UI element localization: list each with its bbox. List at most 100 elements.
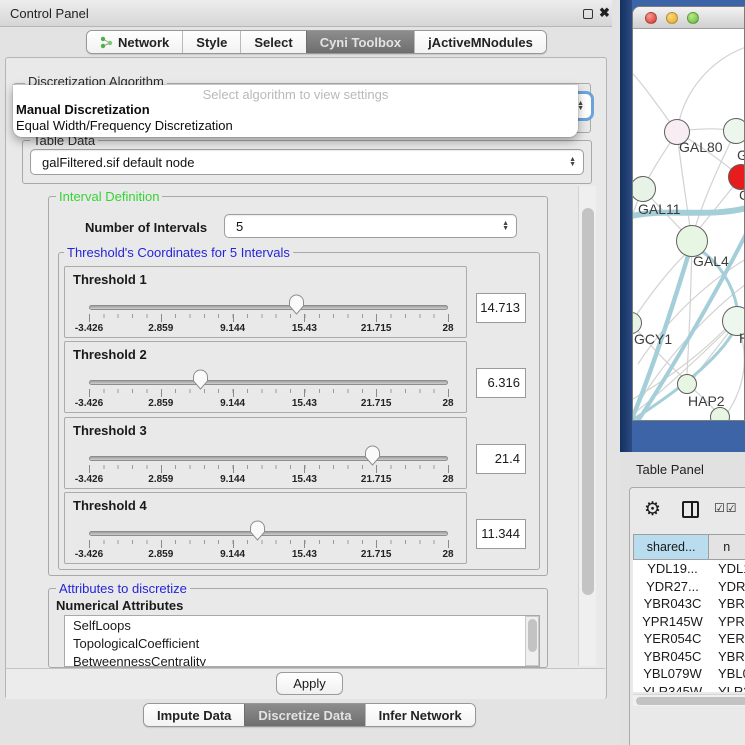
select-all-checkboxes-icon[interactable]: ☑☑ — [714, 501, 738, 515]
major-tick — [448, 465, 449, 473]
tick-label: 2.859 — [148, 323, 173, 334]
cell-name: YBL0 — [712, 665, 745, 683]
table-row[interactable]: YBR045CYBR0 — [633, 648, 745, 666]
major-tick — [233, 389, 234, 397]
cell-name: YDR2 — [712, 578, 745, 596]
threshold-slider-track[interactable] — [89, 380, 448, 385]
threshold-slider-track[interactable] — [89, 456, 448, 461]
major-tick — [89, 314, 90, 322]
attributes-scrollbar-thumb[interactable] — [528, 619, 537, 652]
table-row[interactable]: YPR145WYPR1 — [633, 613, 745, 631]
threshold-panel-1: Threshold 1 -3.4262.8599.14415.4321.71528 — [64, 266, 467, 338]
cell-shared-name: YDR27... — [633, 578, 712, 596]
tab-network-label: Network — [118, 35, 169, 50]
tick-label: 28 — [442, 474, 453, 485]
table-data-value: galFiltered.sif default node — [31, 155, 583, 170]
tick-label: 15.43 — [292, 549, 317, 560]
top-tab-bar: Network Style Select Cyni Toolbox jActiv… — [86, 30, 547, 54]
table-row[interactable]: YLR345WYLR3 — [633, 683, 745, 693]
attribute-list-item[interactable]: TopologicalCoefficient — [65, 634, 539, 652]
table-row[interactable]: YBL079WYBL0 — [633, 665, 745, 683]
settings-scrollbar-track[interactable] — [578, 186, 596, 666]
numerical-attributes-list[interactable]: SelfLoopsTopologicalCoefficientBetweenne… — [64, 615, 540, 667]
column-header-shared-name[interactable]: shared... — [633, 534, 709, 560]
zoom-traffic-light-icon[interactable] — [687, 12, 699, 24]
major-tick — [448, 389, 449, 397]
tab-discretize-data[interactable]: Discretize Data — [244, 704, 364, 726]
cell-shared-name: YPR145W — [633, 613, 712, 631]
network-panel-edge — [620, 0, 632, 452]
tab-infer-network[interactable]: Infer Network — [365, 704, 475, 726]
threshold-value-field[interactable]: 14.713 — [476, 293, 526, 323]
numerical-attributes-label: Numerical Attributes — [56, 598, 183, 613]
network-node-label: GAL11 — [638, 201, 681, 217]
network-window-titlebar — [633, 7, 744, 29]
node-table: ⚙ ☑☑ shared... n YDL19...YDL1YDR27...YDR… — [629, 487, 745, 745]
table-row[interactable]: YDR27...YDR2 — [633, 578, 745, 596]
number-of-intervals-combobox[interactable]: 5 ▲▼ — [224, 214, 517, 238]
dropdown-option-equal-width[interactable]: Equal Width/Frequency Discretization — [13, 118, 578, 134]
combo-arrows-icon: ▲▼ — [502, 221, 509, 231]
column-header-name[interactable]: n — [709, 534, 745, 560]
thresholds-group-title: Threshold's Coordinates for 5 Intervals — [64, 245, 293, 260]
tick-label: 2.859 — [148, 474, 173, 485]
apply-button[interactable]: Apply — [276, 672, 343, 695]
table-panel-title: Table Panel — [636, 462, 704, 477]
tab-impute-data[interactable]: Impute Data — [144, 704, 244, 726]
column-selector-icon[interactable] — [682, 501, 699, 518]
major-tick — [161, 540, 162, 548]
combo-arrows-icon: ▲▼ — [577, 101, 584, 111]
threshold-slider-thumb[interactable] — [288, 294, 305, 315]
tick-label: -3.426 — [75, 323, 103, 334]
network-node[interactable] — [677, 374, 697, 394]
major-tick — [233, 540, 234, 548]
number-of-intervals-value: 5 — [225, 219, 516, 234]
table-hscrollbar-track[interactable] — [633, 694, 745, 706]
major-tick — [89, 465, 90, 473]
tab-cyni-toolbox[interactable]: Cyni Toolbox — [306, 31, 414, 53]
threshold-value-field[interactable]: 11.344 — [476, 519, 526, 549]
table-row[interactable]: YDL19...YDL1 — [633, 560, 745, 578]
threshold-slider-thumb[interactable] — [249, 520, 266, 541]
threshold-panel-4: Threshold 4-3.4262.8599.14415.4321.71528 — [64, 492, 467, 564]
tick-label: -3.426 — [75, 549, 103, 560]
threshold-slider-thumb[interactable] — [364, 445, 381, 466]
tab-select[interactable]: Select — [240, 31, 305, 53]
table-row[interactable]: YER054CYER0 — [633, 630, 745, 648]
tick-label: 28 — [442, 398, 453, 409]
slider-tick-labels: -3.4262.8599.14415.4321.71528 — [89, 398, 448, 410]
threshold-value-field[interactable]: 21.4 — [476, 444, 526, 474]
threshold-slider-track[interactable] — [89, 305, 448, 310]
network-node[interactable] — [723, 118, 745, 144]
cell-shared-name: YDL19... — [633, 560, 712, 578]
float-panel-icon[interactable] — [583, 9, 593, 19]
attribute-list-item[interactable]: BetweennessCentrality — [65, 652, 539, 667]
table-hscrollbar-thumb[interactable] — [636, 697, 745, 705]
dropdown-option-manual[interactable]: Manual Discretization — [13, 102, 578, 118]
settings-scrollbar-thumb[interactable] — [582, 208, 594, 595]
tick-label: 9.144 — [220, 549, 245, 560]
close-traffic-light-icon[interactable] — [645, 12, 657, 24]
minimize-traffic-light-icon[interactable] — [666, 12, 678, 24]
slider-tick-labels: -3.4262.8599.14415.4321.71528 — [89, 323, 448, 335]
network-canvas[interactable]: GAL80GACGAL11GAL4GCY1HHAP2 — [633, 29, 745, 421]
attributes-scrollbar-track[interactable] — [525, 616, 539, 666]
close-panel-icon[interactable]: ✖ — [599, 5, 610, 21]
table-row[interactable]: YBR043CYBR0 — [633, 595, 745, 613]
threshold-slider-track[interactable] — [89, 531, 448, 536]
table-toolbar: ⚙ ☑☑ — [630, 488, 745, 532]
tab-network[interactable]: Network — [87, 31, 182, 53]
threshold-label: Threshold 1 — [73, 272, 147, 287]
network-node-label: H — [739, 330, 745, 346]
threshold-slider-thumb[interactable] — [192, 369, 209, 390]
tab-style[interactable]: Style — [182, 31, 240, 53]
threshold-value-field[interactable]: 6.316 — [476, 368, 526, 398]
network-node[interactable] — [710, 407, 730, 421]
tab-jactivemnodules[interactable]: jActiveMNodules — [414, 31, 546, 53]
table-data-combobox[interactable]: galFiltered.sif default node ▲▼ — [30, 149, 584, 175]
cell-name: YBR0 — [712, 595, 745, 613]
attribute-list-item[interactable]: SelfLoops — [65, 616, 539, 634]
gear-icon[interactable]: ⚙ — [644, 498, 661, 521]
dropdown-placeholder-option[interactable]: Select algorithm to view settings — [13, 85, 578, 102]
cell-name: YER0 — [712, 630, 745, 648]
